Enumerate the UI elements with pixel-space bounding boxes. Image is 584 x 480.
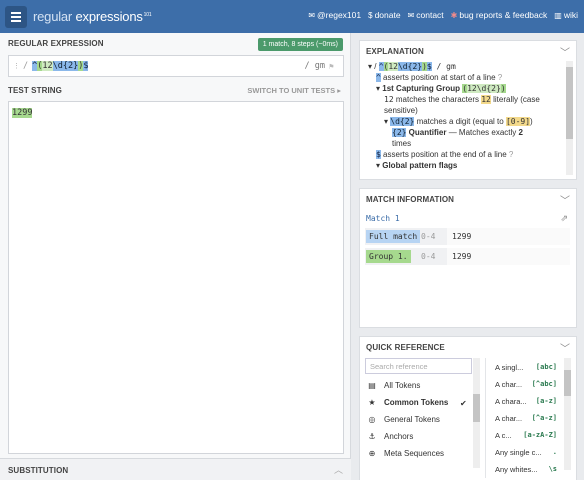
wiki-link[interactable]: ▥ wiki [554, 10, 578, 20]
explain-root[interactable]: ▾ / ^(12\d{2})$ / gm [368, 61, 563, 72]
bug-icon: ✱ [450, 10, 458, 20]
match-status-badge: 1 match, 8 steps (~0ms) [257, 38, 343, 51]
database-icon: ▤ [368, 381, 376, 390]
explain-group[interactable]: ▾ 1st Capturing Group (12\d{2}) [368, 83, 563, 94]
drag-handle-icon[interactable]: ⋮ [13, 62, 20, 70]
explain-global-flags[interactable]: ▾ Global pattern flags [368, 160, 563, 171]
hamburger-menu-icon[interactable] [5, 5, 27, 28]
token-scrollbar[interactable] [564, 358, 571, 470]
regex-flags[interactable]: / gm [305, 61, 325, 71]
explain-dollar: $ asserts position at the end of a line … [376, 150, 514, 159]
quick-reference-panel: QUICK REFERENCE ﹀ Search reference ▤ All … [359, 336, 577, 480]
category-general-tokens[interactable]: ◎ General Tokens [367, 415, 440, 424]
explain-quantifier: {2} Quantifier — Matches exactly 2 times [392, 128, 523, 148]
library-icon: ▥ [554, 10, 562, 20]
chevron-up-icon[interactable]: ︿ [334, 463, 343, 476]
token-item[interactable]: A char... [^abc] [495, 380, 557, 389]
mail-icon: ✉ [407, 10, 415, 20]
twitter-icon: ✉ [308, 10, 316, 20]
reference-search-input[interactable]: Search reference [365, 358, 472, 374]
chevron-down-icon[interactable]: ﹀ [560, 340, 570, 355]
category-common-tokens[interactable]: ★ Common Tokens [367, 398, 448, 407]
category-scrollbar[interactable] [473, 358, 480, 468]
substitution-header: SUBSTITUTION [8, 466, 69, 475]
help-icon[interactable]: ? [509, 150, 513, 159]
token-item[interactable]: A chara... [a-z] [495, 397, 557, 406]
dollar-icon: $ [368, 10, 373, 20]
test-string-input[interactable]: 1299 [8, 101, 344, 454]
target-icon: ◎ [368, 415, 376, 424]
token-item[interactable]: A singl... [abc] [495, 363, 557, 372]
match-info-header: MATCH INFORMATION [366, 195, 455, 204]
regex-header: REGULAR EXPRESSION [8, 39, 104, 48]
editor-pane: REGULAR EXPRESSION 1 match, 8 steps (~0m… [0, 33, 351, 480]
star-icon: ★ [368, 398, 376, 407]
token-item[interactable]: Any single c.... [495, 448, 557, 457]
category-anchors[interactable]: ⚓ Anchors [367, 432, 413, 441]
regex-input[interactable]: ⋮ / ^(12\d{2})$ / gm ⚑ [8, 55, 344, 77]
regex-pattern[interactable]: ^(12\d{2})$ [32, 61, 89, 71]
bug-report-link[interactable]: ✱ bug reports & feedback [451, 10, 548, 20]
twitter-link[interactable]: ✉ @regex101 [308, 10, 361, 20]
explain-caret: ^ asserts position at start of a line ? [376, 73, 503, 82]
quick-ref-header: QUICK REFERENCE [366, 343, 445, 352]
substitution-bar[interactable]: SUBSTITUTION ︿ [0, 458, 351, 480]
explain-digit[interactable]: ▾ \d{2} matches a digit (equal to [0-9]) [368, 116, 563, 127]
match-information-panel: MATCH INFORMATION ﹀ Match 1 ⇗ Full match… [359, 188, 577, 328]
test-string-header: TEST STRING [8, 86, 62, 95]
anchor-icon: ⚓ [368, 432, 376, 441]
explain-literal: 12 matches the characters 12 literally (… [384, 95, 540, 115]
top-links: ✉ @regex101 $ donate ✉ contact ✱ bug reports… [308, 10, 578, 20]
test-string-text: 1299 [12, 108, 33, 118]
app-logo[interactable]: regular expressions101 [33, 9, 152, 24]
donate-link[interactable]: $ donate [368, 10, 400, 20]
token-item[interactable]: Any whites... \s [495, 465, 557, 474]
match-title: Match 1 [366, 214, 400, 223]
match-row-full[interactable]: Full match 0-4 1299 [365, 228, 570, 245]
match-row-group1[interactable]: Group 1. 0-4 1299 [365, 248, 570, 265]
chevron-down-icon[interactable]: ﹀ [560, 44, 570, 59]
token-item[interactable]: A char... [^a-z] [495, 414, 557, 423]
explanation-panel: EXPLANATION ﹀ ▾ / ^(12\d{2})$ / gm ^ ass… [359, 40, 577, 180]
category-all-tokens[interactable]: ▤ All Tokens [367, 381, 420, 390]
divider [485, 358, 486, 478]
category-meta-sequences[interactable]: ⊕ Meta Sequences [367, 449, 444, 458]
switch-unit-tests-button[interactable]: SWITCH TO UNIT TESTS ▸ [247, 86, 341, 95]
explanation-tree: ▾ / ^(12\d{2})$ / gm ^ asserts position … [368, 61, 563, 177]
check-icon: ✔ [460, 399, 467, 408]
explanation-scrollbar[interactable] [566, 61, 573, 175]
flag-icon[interactable]: ⚑ [329, 62, 337, 71]
token-item[interactable]: A c... [a-zA-Z] [495, 431, 557, 440]
help-icon[interactable]: ? [498, 73, 502, 82]
contact-link[interactable]: ✉ contact [408, 10, 444, 20]
share-icon[interactable]: ⇗ [560, 213, 568, 224]
globe-icon: ⊕ [368, 449, 376, 458]
explanation-header: EXPLANATION [366, 47, 424, 56]
chevron-down-icon[interactable]: ﹀ [560, 192, 570, 207]
top-navbar: regular expressions101 ✉ @regex101 $ donat… [0, 0, 584, 33]
